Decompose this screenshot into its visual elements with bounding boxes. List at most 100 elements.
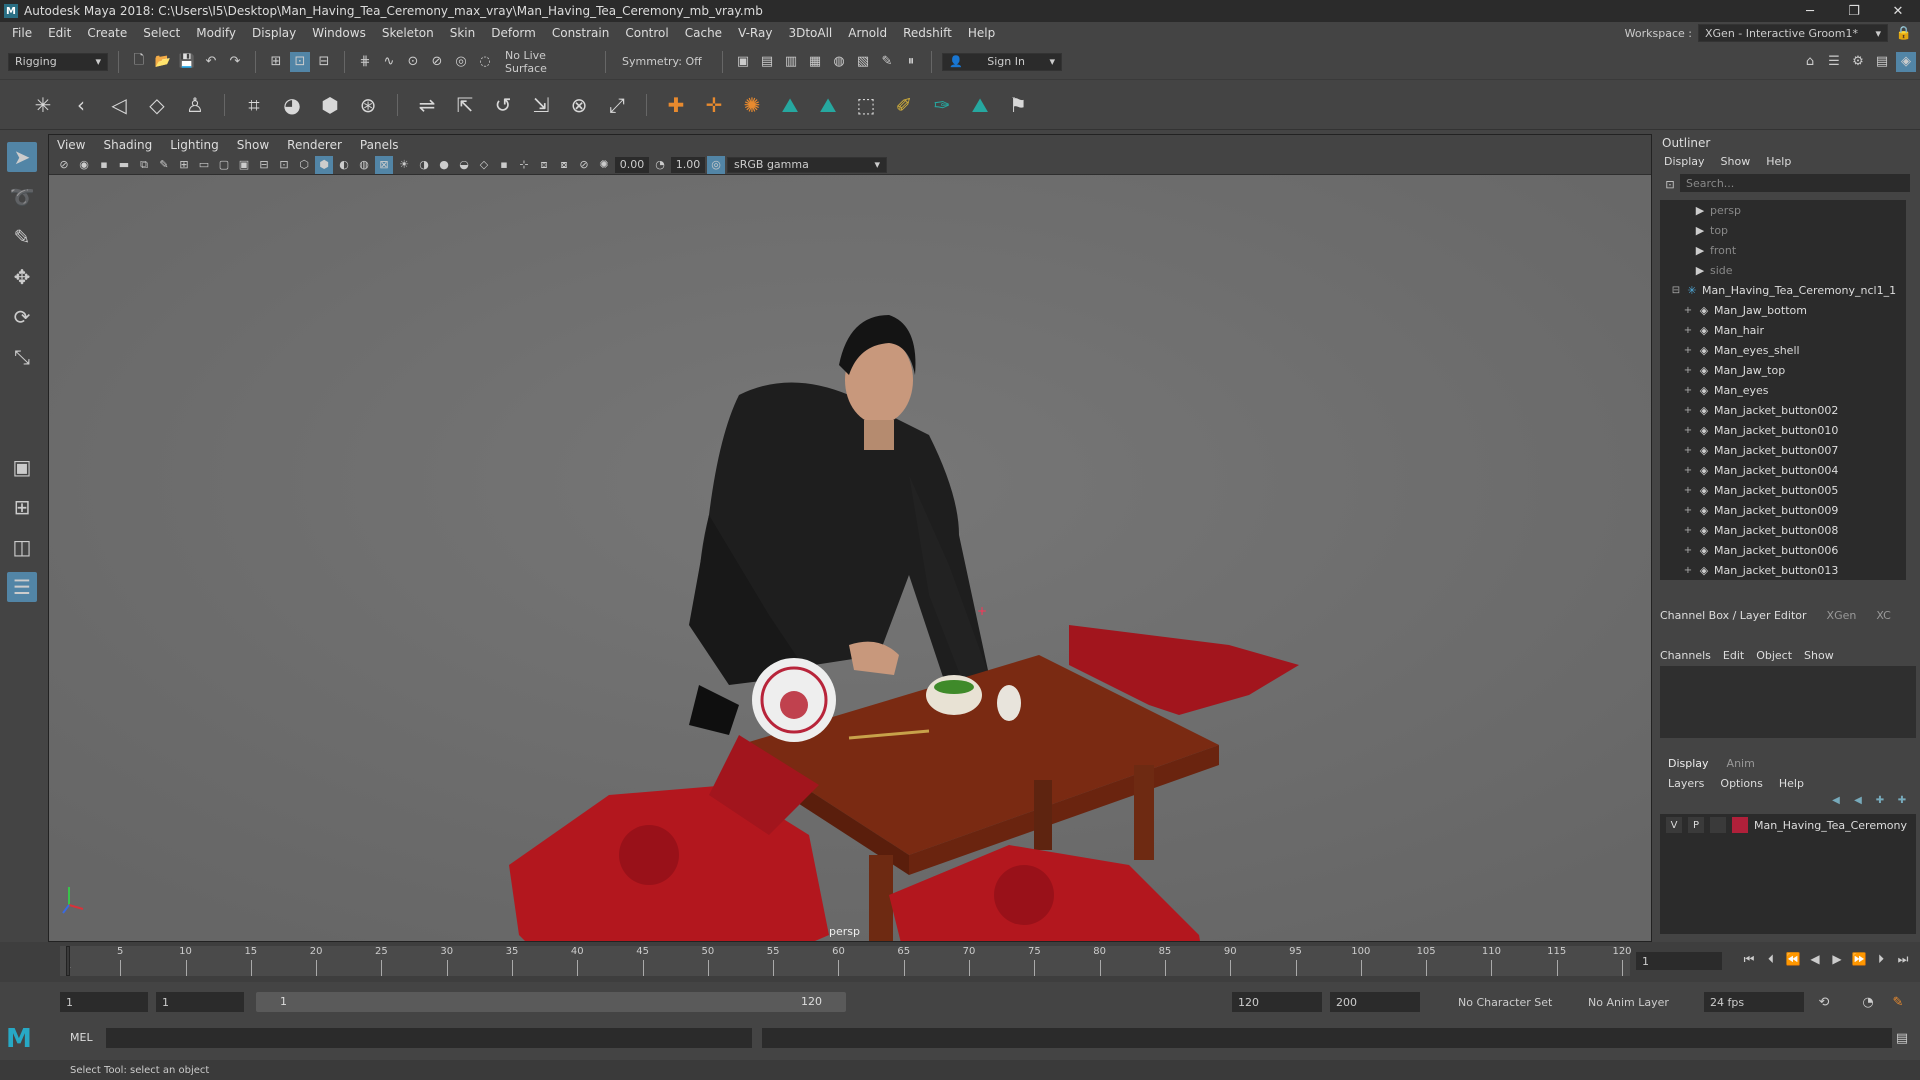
vp-menu-view[interactable]: View xyxy=(57,138,85,152)
outliner-item-camera[interactable]: ▶ side xyxy=(1660,260,1906,280)
outliner-menu-show[interactable]: Show xyxy=(1721,155,1751,168)
restore-icon[interactable]: ❐ xyxy=(1832,0,1876,22)
use-lights-icon[interactable]: ☀ xyxy=(395,156,413,174)
collapse-icon[interactable]: ⊟ xyxy=(1668,285,1684,296)
four-view-icon[interactable]: ⊞ xyxy=(7,492,37,522)
play-forwards-icon[interactable]: ▶ xyxy=(1828,950,1846,968)
go-to-start-icon[interactable]: ⏮ xyxy=(1740,950,1758,968)
filter-icon[interactable]: ⊡ xyxy=(1660,174,1680,194)
expand-icon[interactable]: + xyxy=(1680,425,1696,436)
grease-pencil-icon[interactable]: ✎ xyxy=(155,156,173,174)
menu-constrain[interactable]: Constrain xyxy=(544,26,618,40)
vray-ipr-icon[interactable]: ✎ xyxy=(877,52,897,72)
wireframe-on-shaded-icon[interactable]: ⊠ xyxy=(375,155,393,174)
menu-redshift[interactable]: Redshift xyxy=(895,26,960,40)
pause-icon[interactable]: ⏸ xyxy=(901,52,921,72)
anti-aliasing-icon[interactable]: ◇ xyxy=(475,156,493,174)
outliner-item[interactable]: + ◈ Man_eyes_shell xyxy=(1660,340,1906,360)
tab-xc[interactable]: XC xyxy=(1876,609,1890,622)
channel-menu-channels[interactable]: Channels xyxy=(1660,649,1711,662)
xgen-preview-icon[interactable]: ⛰ xyxy=(965,90,995,120)
ik-handle-icon[interactable]: ‹ xyxy=(66,90,96,120)
resolution-gate-icon[interactable]: ▢ xyxy=(215,156,233,174)
control-rig-icon[interactable]: ✺ xyxy=(737,90,767,120)
go-to-end-icon[interactable]: ⏭ xyxy=(1894,950,1912,968)
expand-icon[interactable]: + xyxy=(1680,365,1696,376)
outliner-item[interactable]: + ◈ Man_jacket_button005 xyxy=(1660,480,1906,500)
playback-end-field[interactable]: 120 xyxy=(1232,992,1322,1012)
step-forward-frame-icon[interactable]: ⏵ xyxy=(1872,950,1890,968)
animation-start-field[interactable]: 1 xyxy=(60,992,148,1012)
outliner-item-camera[interactable]: ▶ top xyxy=(1660,220,1906,240)
auto-key-icon[interactable]: ◔ xyxy=(1858,992,1878,1012)
bookmark-icon[interactable]: ▪ xyxy=(95,156,113,174)
tab-anim-layers[interactable]: Anim xyxy=(1727,757,1755,770)
menu-create[interactable]: Create xyxy=(79,26,135,40)
scale-constraint-icon[interactable]: ⇲ xyxy=(526,90,556,120)
camera-select-icon[interactable]: ⊘ xyxy=(55,156,73,174)
hair-brush-icon[interactable]: ✐ xyxy=(889,90,919,120)
xgen-icon[interactable]: ⛰ xyxy=(775,90,805,120)
snap-view-icon[interactable]: ⊘ xyxy=(427,52,447,72)
layer-menu-help[interactable]: Help xyxy=(1779,777,1804,790)
live-surface-field[interactable]: No Live Surface xyxy=(499,49,595,75)
time-ruler[interactable]: 1510152025303540455055606570758085909510… xyxy=(60,946,1632,976)
expand-icon[interactable]: + xyxy=(1680,325,1696,336)
outliner-menu-help[interactable]: Help xyxy=(1766,155,1791,168)
xray-icon[interactable]: ⧈ xyxy=(535,156,553,174)
workspace-dropdown[interactable]: XGen - Interactive Groom1* ▾ xyxy=(1698,24,1888,42)
bind-skin-icon[interactable]: ⌗ xyxy=(239,90,269,120)
smooth-shade-icon[interactable]: ⬢ xyxy=(315,155,333,174)
outliner-item[interactable]: + ◈ Man_jacket_button008 xyxy=(1660,520,1906,540)
outliner-item[interactable]: + ◈ Man_jacket_button009 xyxy=(1660,500,1906,520)
snap-point-icon[interactable]: ⊙ xyxy=(403,52,423,72)
new-layer-selected-icon[interactable]: ✚ xyxy=(1894,792,1910,808)
outliner-search-input[interactable]: Search... xyxy=(1680,174,1910,192)
menu-vray[interactable]: V-Ray xyxy=(730,26,780,40)
select-tool-icon[interactable]: ➤ xyxy=(7,142,37,172)
lasso-tool-icon[interactable]: ➰ xyxy=(7,182,37,212)
menu-skeleton[interactable]: Skeleton xyxy=(374,26,442,40)
2d-pan-icon[interactable]: ⧉ xyxy=(135,156,153,174)
tab-xgen[interactable]: XGen xyxy=(1827,609,1857,622)
open-scene-icon[interactable]: 📂 xyxy=(153,52,173,72)
outliner-item[interactable]: + ◈ Man_jacket_button010 xyxy=(1660,420,1906,440)
vp-menu-renderer[interactable]: Renderer xyxy=(287,138,342,152)
parent-constraint-icon[interactable]: ⇌ xyxy=(412,90,442,120)
expand-icon[interactable]: + xyxy=(1680,345,1696,356)
outliner-menu-display[interactable]: Display xyxy=(1664,155,1705,168)
view-transform-dropdown[interactable]: sRGB gamma ▾ xyxy=(727,156,887,173)
render-frame-icon[interactable]: ▤ xyxy=(757,52,777,72)
menu-windows[interactable]: Windows xyxy=(304,26,374,40)
symmetry-field[interactable]: Symmetry: Off xyxy=(616,52,712,71)
menu-skin[interactable]: Skin xyxy=(442,26,484,40)
step-back-key-icon[interactable]: ⏪ xyxy=(1784,950,1802,968)
move-layer-up-icon[interactable]: ◀ xyxy=(1828,792,1844,808)
lock-icon[interactable]: 🔒 xyxy=(1894,23,1914,43)
menu-cache[interactable]: Cache xyxy=(677,26,730,40)
locator-icon[interactable]: ✚ xyxy=(661,90,691,120)
outliner-item[interactable]: + ◈ Man_jacket_button013 xyxy=(1660,560,1906,580)
xray-joints-icon[interactable]: ⧇ xyxy=(555,156,573,174)
safe-action-icon[interactable]: ⊡ xyxy=(275,156,293,174)
menu-control[interactable]: Control xyxy=(617,26,676,40)
current-time-marker[interactable] xyxy=(66,946,70,976)
cluster-icon[interactable]: ⊛ xyxy=(353,90,383,120)
tool-settings-icon[interactable]: ⚙ xyxy=(1848,52,1868,72)
channel-box-icon[interactable]: ▤ xyxy=(1872,52,1892,72)
hypershade-icon[interactable]: ◍ xyxy=(829,52,849,72)
single-perspective-icon[interactable]: ▣ xyxy=(7,452,37,482)
script-editor-icon[interactable]: ▤ xyxy=(1892,1028,1912,1048)
expand-icon[interactable]: + xyxy=(1680,305,1696,316)
expand-icon[interactable]: + xyxy=(1680,525,1696,536)
snap-grid-icon[interactable]: ⋕ xyxy=(355,52,375,72)
expand-icon[interactable]: + xyxy=(1680,565,1696,576)
layer-menu-options[interactable]: Options xyxy=(1720,777,1762,790)
new-scene-icon[interactable]: 🗋 xyxy=(129,52,149,72)
sign-in-dropdown[interactable]: 👤 Sign In ▾ xyxy=(942,52,1062,71)
outliner-item[interactable]: + ◈ Man_jacket_button007 xyxy=(1660,440,1906,460)
move-tool-icon[interactable]: ✥ xyxy=(7,262,37,292)
grid-icon[interactable]: ⊞ xyxy=(175,156,193,174)
move-layer-down-icon[interactable]: ◀ xyxy=(1850,792,1866,808)
play-backwards-icon[interactable]: ◀ xyxy=(1806,950,1824,968)
